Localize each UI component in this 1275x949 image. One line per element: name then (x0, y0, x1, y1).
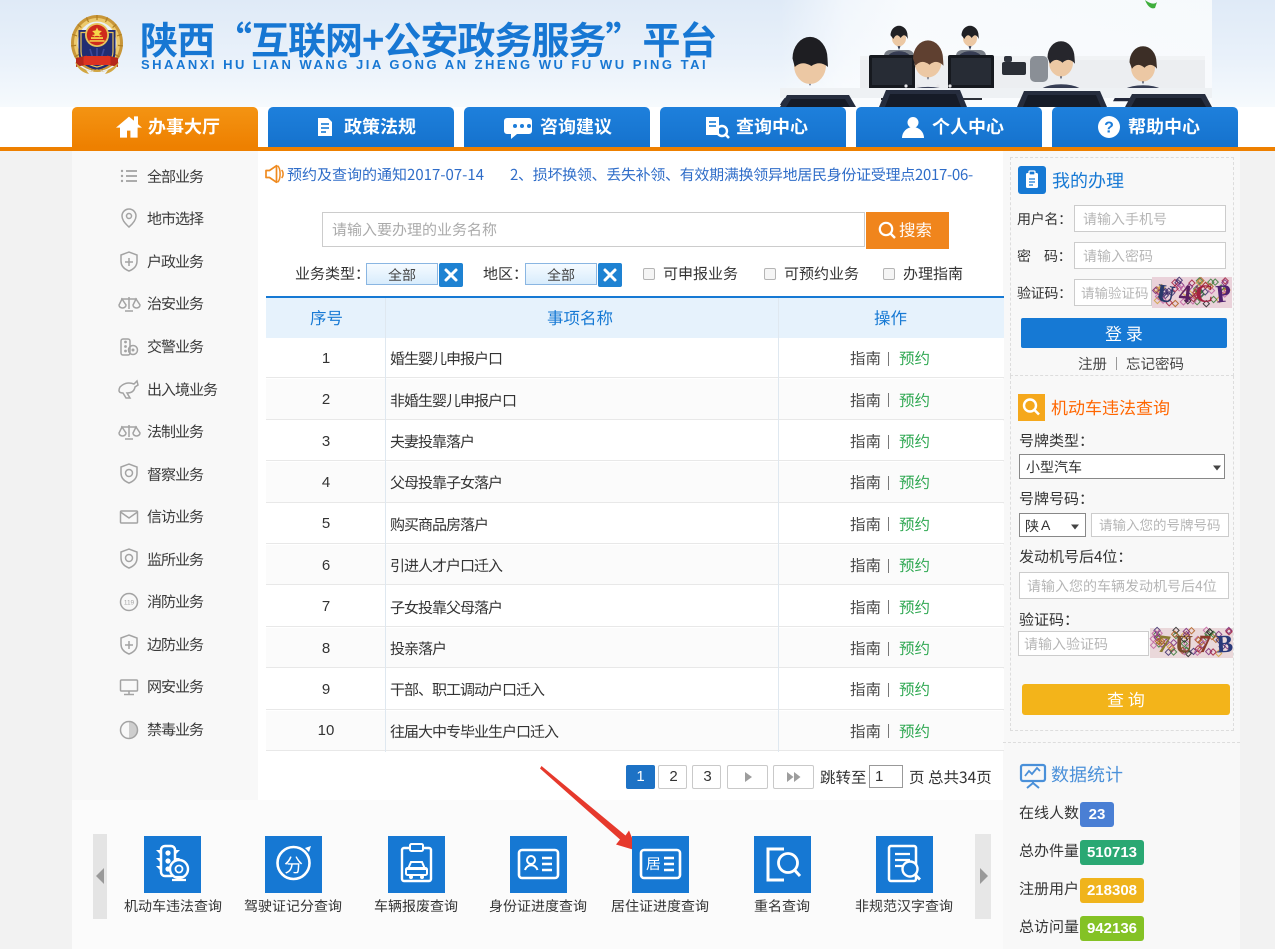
svg-text:C: C (1195, 281, 1213, 308)
svg-text:119: 119 (124, 599, 135, 606)
svg-text:P: P (1215, 280, 1233, 308)
svg-text:U: U (1174, 631, 1193, 658)
svg-text:?: ? (1104, 120, 1114, 137)
svg-text:B: B (1216, 631, 1234, 659)
svg-text:7: 7 (1198, 631, 1212, 659)
